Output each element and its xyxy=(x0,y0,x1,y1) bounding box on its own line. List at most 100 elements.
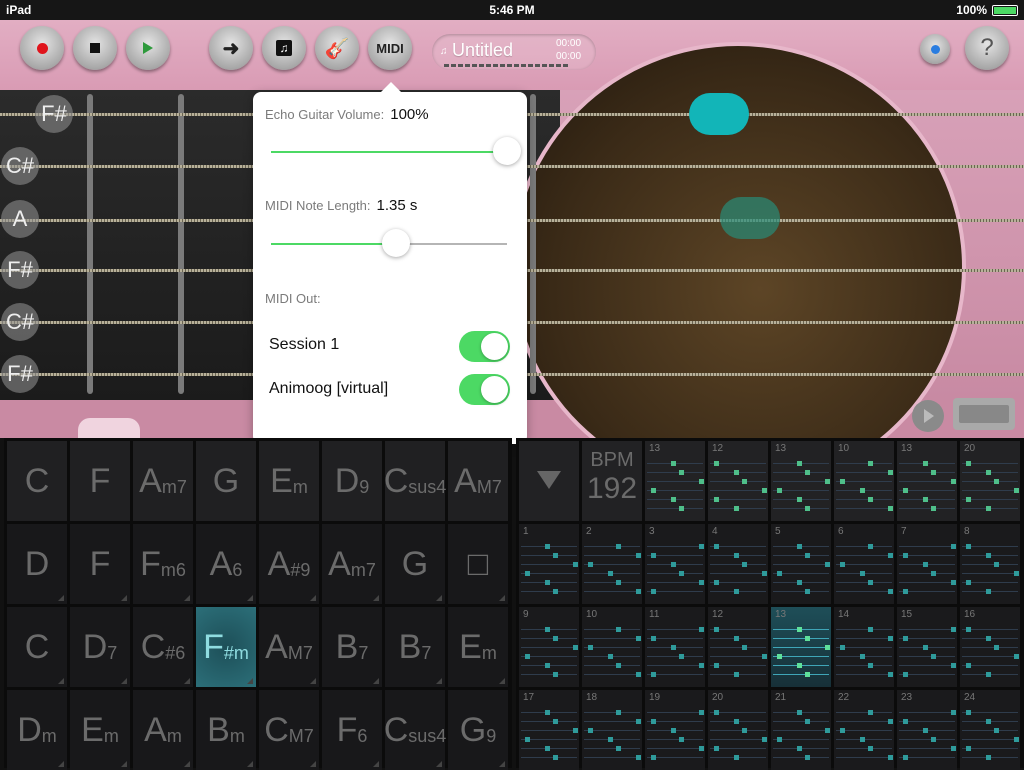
pattern-cell[interactable]: 18 xyxy=(582,690,642,770)
pattern-number: 19 xyxy=(649,692,661,703)
string-line xyxy=(836,748,892,749)
chord-button[interactable]: A6 xyxy=(196,524,256,604)
fret xyxy=(178,94,184,394)
chord-button[interactable]: A M7 xyxy=(259,607,319,687)
chord-button[interactable]: G xyxy=(196,441,256,521)
pattern-cell[interactable]: 12 xyxy=(708,607,768,687)
chord-button[interactable]: Am7 xyxy=(133,441,193,521)
stop-button[interactable] xyxy=(73,26,117,70)
chord-button[interactable]: Em xyxy=(259,441,319,521)
pattern-cell[interactable]: 15 xyxy=(897,607,957,687)
corner-indicator xyxy=(436,678,442,684)
note-dot xyxy=(699,710,704,715)
strum-button[interactable] xyxy=(912,400,944,432)
chord-button[interactable]: Bm xyxy=(196,690,256,770)
pattern-cell[interactable]: 5 xyxy=(771,524,831,604)
pattern-cell[interactable]: 2 xyxy=(582,524,642,604)
chord-button[interactable]: C xyxy=(7,607,67,687)
pattern-mode-button[interactable] xyxy=(953,398,1015,430)
pattern-cell[interactable]: 20 xyxy=(708,690,768,770)
pattern-cell[interactable]: 14 xyxy=(834,607,894,687)
song-display[interactable]: ♫ Untitled 00:00 00:00 xyxy=(432,34,596,70)
chord-button[interactable]: D9 xyxy=(322,441,382,521)
pattern-cell[interactable]: 16 xyxy=(960,607,1020,687)
pattern-cell[interactable]: 7 xyxy=(897,524,957,604)
collapse-button[interactable] xyxy=(519,441,579,521)
string-line xyxy=(647,665,703,666)
pattern-number: 9 xyxy=(523,609,529,620)
chord-button[interactable]: F xyxy=(70,524,130,604)
play-button[interactable] xyxy=(126,26,170,70)
chord-button[interactable]: D7 xyxy=(70,607,130,687)
guitar-button[interactable]: 🎸 xyxy=(315,26,359,70)
pattern-cell[interactable]: 1 xyxy=(519,524,579,604)
note-dot xyxy=(868,627,873,632)
pattern-cell[interactable]: 13 xyxy=(771,607,831,687)
pattern-cell[interactable]: 17 xyxy=(519,690,579,770)
animoog-toggle[interactable] xyxy=(459,374,510,405)
bpm-value: 192 xyxy=(586,472,638,505)
pattern-cell[interactable]: 13 xyxy=(897,441,957,521)
pattern-cell[interactable]: 6 xyxy=(834,524,894,604)
clock: 5:46 PM xyxy=(489,3,535,17)
chord-button[interactable]: F #m xyxy=(196,607,256,687)
volume-slider[interactable] xyxy=(271,137,521,165)
chord-button[interactable]: Csus4 xyxy=(384,441,446,521)
pattern-cell[interactable]: 23 xyxy=(897,690,957,770)
chord-button[interactable]: Em xyxy=(70,690,130,770)
midi-button[interactable]: MIDI xyxy=(368,26,412,70)
note-dot xyxy=(966,746,971,751)
chord-button[interactable]: A #9 xyxy=(259,524,319,604)
chord-button[interactable]: Am xyxy=(133,690,193,770)
record-icon xyxy=(36,42,48,54)
pattern-cell[interactable]: 8 xyxy=(960,524,1020,604)
blue-dot-icon xyxy=(930,44,940,54)
note-length-slider[interactable] xyxy=(271,229,507,257)
chord-button[interactable]: B7 xyxy=(322,607,382,687)
chord-button[interactable]: B7 xyxy=(385,607,445,687)
chord-button[interactable]: Fm6 xyxy=(133,524,193,604)
chord-button[interactable]: F xyxy=(70,441,130,521)
string-line xyxy=(584,629,640,630)
chord-button[interactable]: G xyxy=(385,524,445,604)
string-line xyxy=(773,481,829,482)
pattern-cell[interactable]: 10 xyxy=(582,607,642,687)
chord-button[interactable]: Dm xyxy=(7,690,67,770)
chord-button[interactable]: C M7 xyxy=(259,690,319,770)
chord-button[interactable]: G9 xyxy=(448,690,508,770)
pattern-cell[interactable]: 3 xyxy=(645,524,705,604)
pattern-cell[interactable]: 9 xyxy=(519,607,579,687)
song-button[interactable]: ♫ xyxy=(262,26,306,70)
next-button[interactable]: ➜ xyxy=(209,26,253,70)
pattern-cell[interactable]: 20 xyxy=(960,441,1020,521)
pattern-cell[interactable]: 13 xyxy=(645,441,705,521)
note-length-value: 1.35 s xyxy=(376,197,418,214)
pattern-cell[interactable]: 22 xyxy=(834,690,894,770)
pattern-cell[interactable]: 24 xyxy=(960,690,1020,770)
record-mode-button[interactable] xyxy=(920,34,950,64)
pattern-cell[interactable]: 10 xyxy=(834,441,894,521)
record-button[interactable] xyxy=(20,26,64,70)
help-button[interactable]: ? xyxy=(965,26,1009,70)
chord-button[interactable]: Am7 xyxy=(322,524,382,604)
chord-button[interactable]: Csus4 xyxy=(384,690,446,770)
pattern-cell[interactable]: 4 xyxy=(708,524,768,604)
note-dot xyxy=(805,470,810,475)
chord-button[interactable]: C xyxy=(7,441,67,521)
chord-button[interactable]: Em xyxy=(448,607,508,687)
pattern-cell[interactable]: 12 xyxy=(708,441,768,521)
chord-button[interactable]: F6 xyxy=(322,690,382,770)
chord-button[interactable]: □ xyxy=(448,524,508,604)
pattern-cell[interactable]: 13 xyxy=(771,441,831,521)
pattern-cell[interactable]: 19 xyxy=(645,690,705,770)
note-dot xyxy=(903,553,908,558)
chord-button[interactable]: A M7 xyxy=(448,441,508,521)
capo-handle[interactable] xyxy=(78,418,140,440)
bpm-display[interactable]: BPM 192 xyxy=(582,441,642,521)
chord-button[interactable]: C #6 xyxy=(133,607,193,687)
session1-toggle[interactable] xyxy=(459,331,510,362)
pattern-number: 20 xyxy=(712,692,724,703)
pattern-cell[interactable]: 21 xyxy=(771,690,831,770)
pattern-cell[interactable]: 11 xyxy=(645,607,705,687)
chord-button[interactable]: D xyxy=(7,524,67,604)
